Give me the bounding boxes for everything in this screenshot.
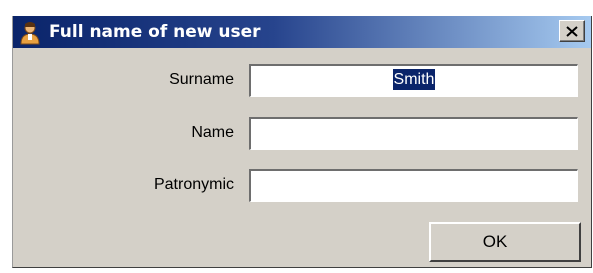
patronymic-field[interactable] bbox=[249, 169, 578, 202]
ok-button-label: OK bbox=[482, 232, 508, 251]
close-button[interactable] bbox=[559, 20, 585, 42]
patronymic-label: Patronymic bbox=[153, 176, 234, 193]
surname-value: Smith bbox=[392, 69, 436, 90]
name-label: Name bbox=[191, 124, 234, 141]
close-icon bbox=[566, 25, 578, 37]
dialog-title: Full name of new user bbox=[49, 22, 261, 42]
name-field[interactable] bbox=[249, 117, 578, 150]
user-icon bbox=[19, 21, 41, 45]
title-bar[interactable]: Full name of new user bbox=[13, 16, 591, 48]
surname-field[interactable]: Smith bbox=[249, 64, 578, 97]
new-user-dialog: Full name of new user Surname Smith Name… bbox=[12, 16, 592, 268]
surname-label: Surname bbox=[169, 71, 234, 88]
ok-button[interactable]: OK bbox=[429, 222, 581, 262]
